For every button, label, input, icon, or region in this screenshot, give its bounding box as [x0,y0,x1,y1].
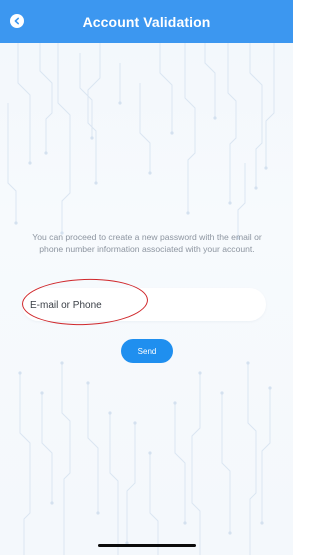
email-or-phone-input[interactable] [28,288,260,323]
main-content: You can proceed to create a new password… [0,0,293,555]
arrow-left-circle-icon [14,17,19,25]
email-or-phone-field[interactable] [22,288,266,323]
info-text: You can proceed to create a new password… [32,232,262,254]
home-indicator[interactable] [98,544,196,547]
send-button[interactable]: Send [121,339,173,363]
back-button[interactable] [10,14,24,28]
page-title: Account Validation [82,13,211,30]
header-bar: Account Validation [0,0,293,43]
account-validation-screen: Account Validation You can proceed to cr… [0,0,293,555]
